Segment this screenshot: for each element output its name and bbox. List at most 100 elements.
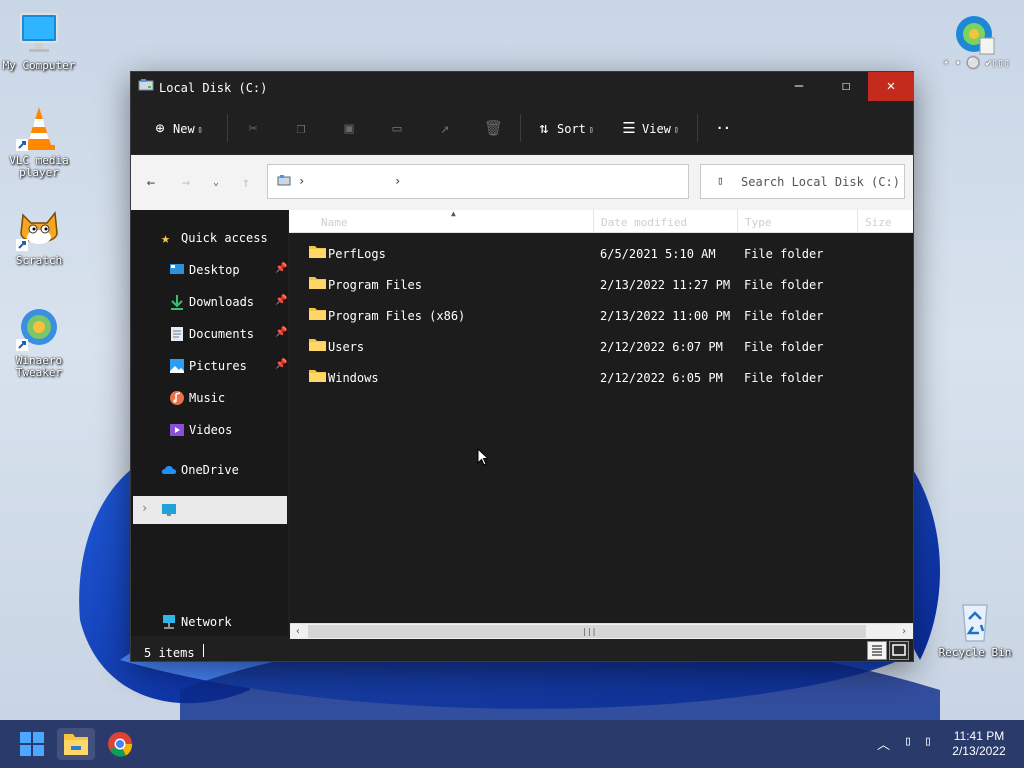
column-divider[interactable] xyxy=(593,210,594,232)
scrollbar-thumb[interactable]: ||| xyxy=(308,625,866,638)
large-icons-view-button[interactable] xyxy=(889,641,909,660)
file-row[interactable]: Program Files (x86) 2/13/2022 11:00 PM F… xyxy=(290,301,913,329)
column-date-modified[interactable]: Date modified xyxy=(601,216,687,229)
desktop-icon-winaero[interactable]: Winaero Tweaker xyxy=(1,305,77,379)
status-bar: 5 items xyxy=(131,639,913,661)
nav-item-network[interactable]: Network xyxy=(161,610,287,634)
column-size[interactable]: Size xyxy=(865,216,892,229)
pin-icon: 📌 xyxy=(275,359,288,370)
scratch-cat-icon xyxy=(16,211,58,251)
new-label: New xyxy=(173,122,195,136)
desktop-icon-scratch[interactable]: Scratch xyxy=(1,205,77,267)
network-status-icon[interactable]: ▯ xyxy=(904,734,912,749)
new-button[interactable]: ⊕ New ▯ xyxy=(151,115,203,141)
close-button[interactable]: ✕ xyxy=(868,72,914,101)
edge-icon[interactable] xyxy=(952,12,996,56)
paste-button[interactable]: ▣ xyxy=(340,115,362,141)
monitor-icon xyxy=(162,504,176,516)
up-button[interactable]: ↑ xyxy=(236,173,256,193)
nav-item-music[interactable]: Music xyxy=(169,386,287,410)
delete-button[interactable]: 🗑 xyxy=(484,115,506,141)
file-type: File folder xyxy=(744,247,824,261)
folder-icon xyxy=(309,370,326,382)
nav-item-desktop[interactable]: Desktop xyxy=(169,258,287,282)
file-row[interactable]: Users 2/12/2022 6:07 PM File folder xyxy=(290,332,913,360)
search-input[interactable] xyxy=(741,173,901,191)
file-date: 2/13/2022 11:00 PM xyxy=(600,309,731,323)
expand-chevron-icon[interactable]: › xyxy=(141,501,148,515)
scroll-right-button[interactable]: › xyxy=(896,624,912,639)
scroll-left-button[interactable]: ‹ xyxy=(290,624,306,639)
breadcrumb-chevron[interactable]: › xyxy=(394,174,401,188)
paste-icon: ▣ xyxy=(344,119,354,137)
column-type[interactable]: Type xyxy=(745,216,772,229)
nav-item-videos[interactable]: Videos xyxy=(169,418,287,442)
address-row: ← → ⌄ ↑ › › ▯ xyxy=(131,155,913,210)
view-button[interactable]: ☰ View ▯ xyxy=(620,115,679,141)
copy-icon: ❐ xyxy=(296,119,306,137)
share-button[interactable]: ↗ xyxy=(436,115,458,141)
videos-icon xyxy=(170,424,184,436)
scrollbar-grip: ||| xyxy=(582,627,597,636)
column-divider[interactable] xyxy=(737,210,738,232)
copy-button[interactable]: ❐ xyxy=(292,115,314,141)
back-button[interactable]: ← xyxy=(141,173,161,193)
file-type: File folder xyxy=(744,309,824,323)
nav-item-onedrive[interactable]: OneDrive xyxy=(161,458,287,482)
title-bar[interactable]: Local Disk (C:) — ☐ ✕ xyxy=(131,72,914,102)
file-type: File folder xyxy=(744,278,824,292)
vlc-cone-icon xyxy=(16,107,55,151)
sort-label: Sort xyxy=(557,122,586,136)
details-view-button[interactable] xyxy=(867,641,887,660)
file-row[interactable]: PerfLogs 6/5/2021 5:10 AM File folder xyxy=(290,239,913,267)
cut-button[interactable]: ✂ xyxy=(244,115,266,141)
rename-button[interactable]: ▭ xyxy=(388,115,410,141)
nav-item-downloads[interactable]: Downloads xyxy=(169,290,287,314)
more-options-button[interactable]: ·· xyxy=(716,115,730,141)
nav-item-label: Desktop xyxy=(189,263,240,277)
maximize-button[interactable]: ☐ xyxy=(823,72,869,101)
volume-icon[interactable]: ▯ xyxy=(924,734,932,749)
desktop-icon-label: Scratch xyxy=(15,254,63,267)
desktop-icon-vlc[interactable]: VLC media player xyxy=(1,105,77,179)
taskbar-chrome[interactable] xyxy=(101,728,139,760)
file-row[interactable]: Windows 2/12/2022 6:05 PM File folder xyxy=(290,363,913,391)
start-button[interactable] xyxy=(13,728,51,760)
sort-ascending-icon: ▲ xyxy=(451,209,456,218)
details-view-icon xyxy=(872,645,882,656)
monitor-icon xyxy=(20,13,58,52)
breadcrumb-chevron[interactable]: › xyxy=(298,174,305,188)
item-count: 5 items xyxy=(144,646,195,660)
nav-item-this-pc[interactable]: › xyxy=(133,496,287,524)
show-hidden-icons-chevron[interactable]: ︿ xyxy=(877,734,890,753)
nav-item-label: OneDrive xyxy=(181,463,239,477)
horizontal-scrollbar[interactable]: ‹ ||| › xyxy=(290,623,913,639)
forward-button[interactable]: → xyxy=(176,173,196,193)
system-clock[interactable]: 11:41 PM 2/13/2022 xyxy=(944,729,1014,759)
taskbar-file-explorer[interactable] xyxy=(57,728,95,760)
chevron-down-icon: ▯ xyxy=(197,124,203,134)
search-box[interactable]: ▯ xyxy=(700,164,905,199)
recent-locations-button[interactable]: ⌄ xyxy=(206,173,226,193)
corner-widget-text: ☀ • ⚪ ✔▯▯▯ xyxy=(943,58,1010,69)
nav-item-documents[interactable]: Documents xyxy=(169,322,287,346)
desktop-icon-recycle-bin[interactable]: Recycle Bin xyxy=(937,597,1013,659)
desktop-icon-my-computer[interactable]: My Computer xyxy=(1,10,77,72)
text-cursor xyxy=(203,644,204,657)
file-row[interactable]: Program Files 2/13/2022 11:27 PM File fo… xyxy=(290,270,913,298)
document-icon xyxy=(171,327,183,341)
desktop-icon-label: Recycle Bin xyxy=(938,646,1012,659)
drive-icon xyxy=(138,79,154,91)
column-name[interactable]: Name xyxy=(321,216,348,229)
file-name: PerfLogs xyxy=(328,247,386,261)
file-date: 6/5/2021 5:10 AM xyxy=(600,247,716,261)
address-bar[interactable]: › › xyxy=(267,164,689,199)
sort-button[interactable]: ⇅ Sort ▯ xyxy=(535,115,593,141)
nav-item-pictures[interactable]: Pictures xyxy=(169,354,287,378)
nav-item-quick-access[interactable]: ★ Quick access xyxy=(161,226,286,250)
column-divider[interactable] xyxy=(857,210,858,232)
clock-date: 2/13/2022 xyxy=(952,744,1006,758)
minimize-button[interactable]: — xyxy=(776,72,822,101)
window-title: Local Disk (C:) xyxy=(159,81,268,95)
chevron-down-icon: ▯ xyxy=(673,124,679,134)
